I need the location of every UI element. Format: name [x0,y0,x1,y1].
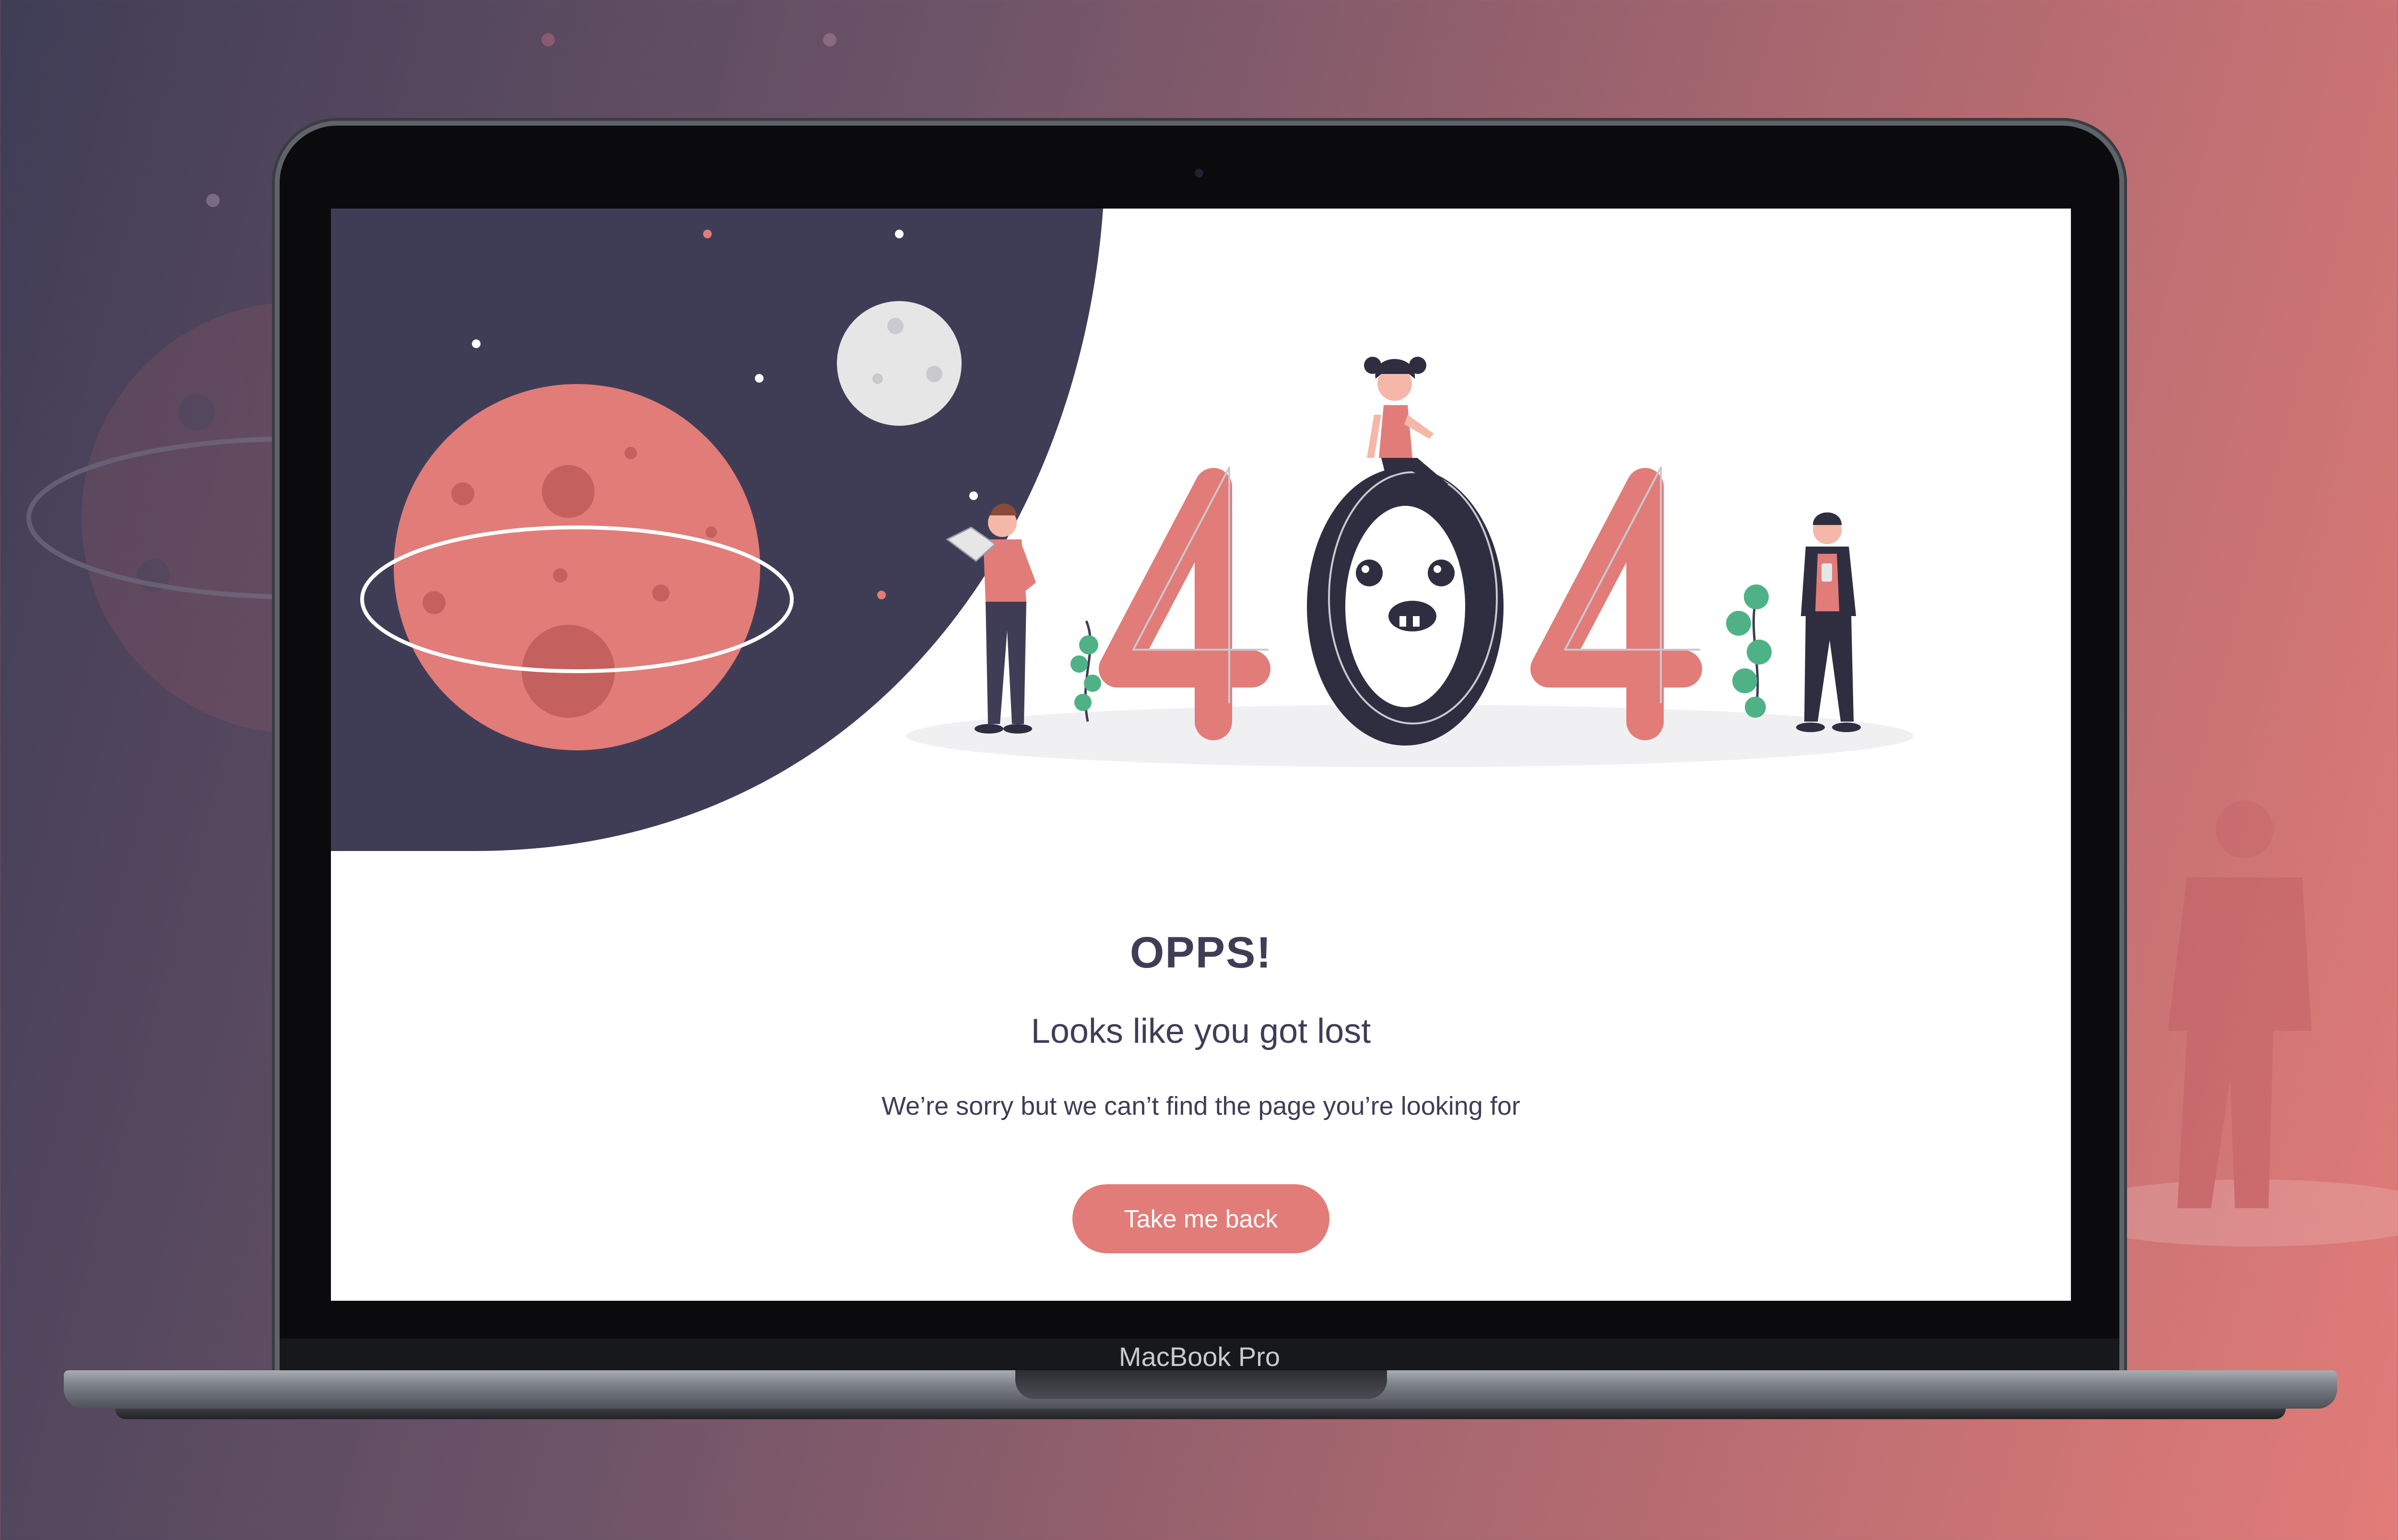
plant-icon [1726,584,1772,718]
person-with-phone-icon [1796,512,1861,732]
404-number-zero [1307,467,1504,746]
device-brand-label: MacBook Pro [1118,1342,1281,1372]
star-icon [823,33,836,47]
person-sitting-icon [1364,357,1448,487]
404-number-left-4 [1099,467,1270,740]
404-number-right-4 [1530,467,1702,740]
star-icon [895,230,904,238]
error-message: We’re sorry but we can’t find the page y… [882,1092,1520,1120]
star-icon [472,339,481,348]
star-icon [206,194,220,207]
laptop-lid: OPPS! Looks like you got lost We’re sorr… [280,126,2119,1382]
404-illustration [331,209,1914,851]
star-icon [877,591,886,599]
laptop-screen: OPPS! Looks like you got lost We’re sorr… [331,209,2071,1301]
star-icon [703,230,712,238]
laptop-hinge-notch [1015,1370,1387,1399]
laptop-base-edge [115,1409,2286,1419]
star-icon [541,33,555,47]
camera-icon [1195,169,1203,177]
plant-icon [1070,620,1101,722]
star-icon [755,374,764,383]
page-subtitle: Looks like you got lost [1031,1012,1371,1050]
moon-icon [837,301,962,426]
error-content: OPPS! Looks like you got lost We’re sorr… [331,928,2071,1253]
star-icon [969,491,978,500]
take-me-back-button[interactable]: Take me back [1072,1184,1329,1253]
page-title: OPPS! [1129,928,1272,977]
